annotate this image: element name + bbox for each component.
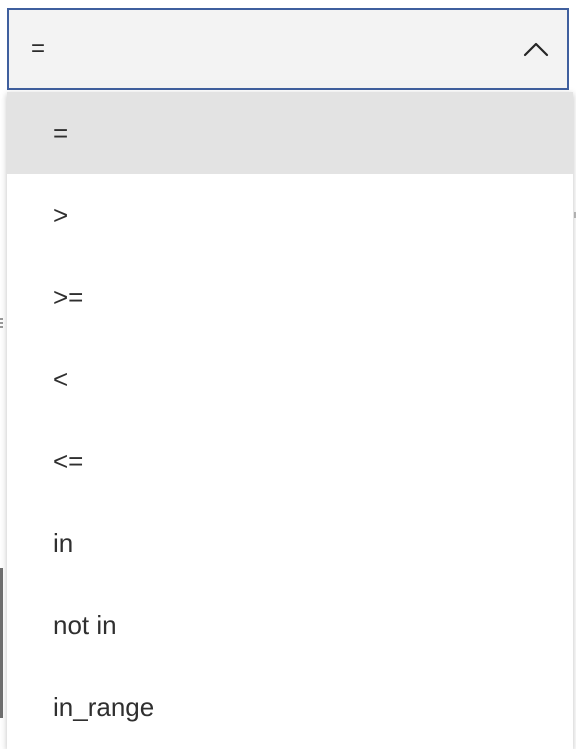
- option-label: not in: [53, 609, 117, 640]
- option-greater-or-equal[interactable]: >=: [7, 256, 573, 338]
- option-label: =: [53, 117, 69, 148]
- option-label: <=: [53, 445, 84, 476]
- option-label: <: [53, 363, 69, 394]
- option-less-or-equal[interactable]: <=: [7, 420, 573, 502]
- chevron-up-icon[interactable]: [523, 39, 549, 59]
- option-label: in_range: [53, 691, 155, 722]
- operator-select[interactable]: =: [7, 8, 569, 90]
- option-not-in[interactable]: not in: [7, 584, 573, 666]
- screen: = = > >= < <= in not in in_range: [0, 0, 576, 749]
- option-greater-than[interactable]: >: [7, 174, 573, 256]
- option-in[interactable]: in: [7, 502, 573, 584]
- select-current-value: =: [31, 35, 47, 62]
- operator-options-list: = > >= < <= in not in in_range: [7, 92, 573, 749]
- background-fragment: [0, 318, 3, 330]
- background-scrollbar-fragment: [0, 568, 3, 718]
- option-label: >: [53, 199, 69, 230]
- option-less-than[interactable]: <: [7, 338, 573, 420]
- option-label: >=: [53, 281, 84, 312]
- option-label: in: [53, 527, 74, 558]
- option-equals[interactable]: =: [7, 92, 573, 174]
- option-in-range[interactable]: in_range: [7, 666, 573, 748]
